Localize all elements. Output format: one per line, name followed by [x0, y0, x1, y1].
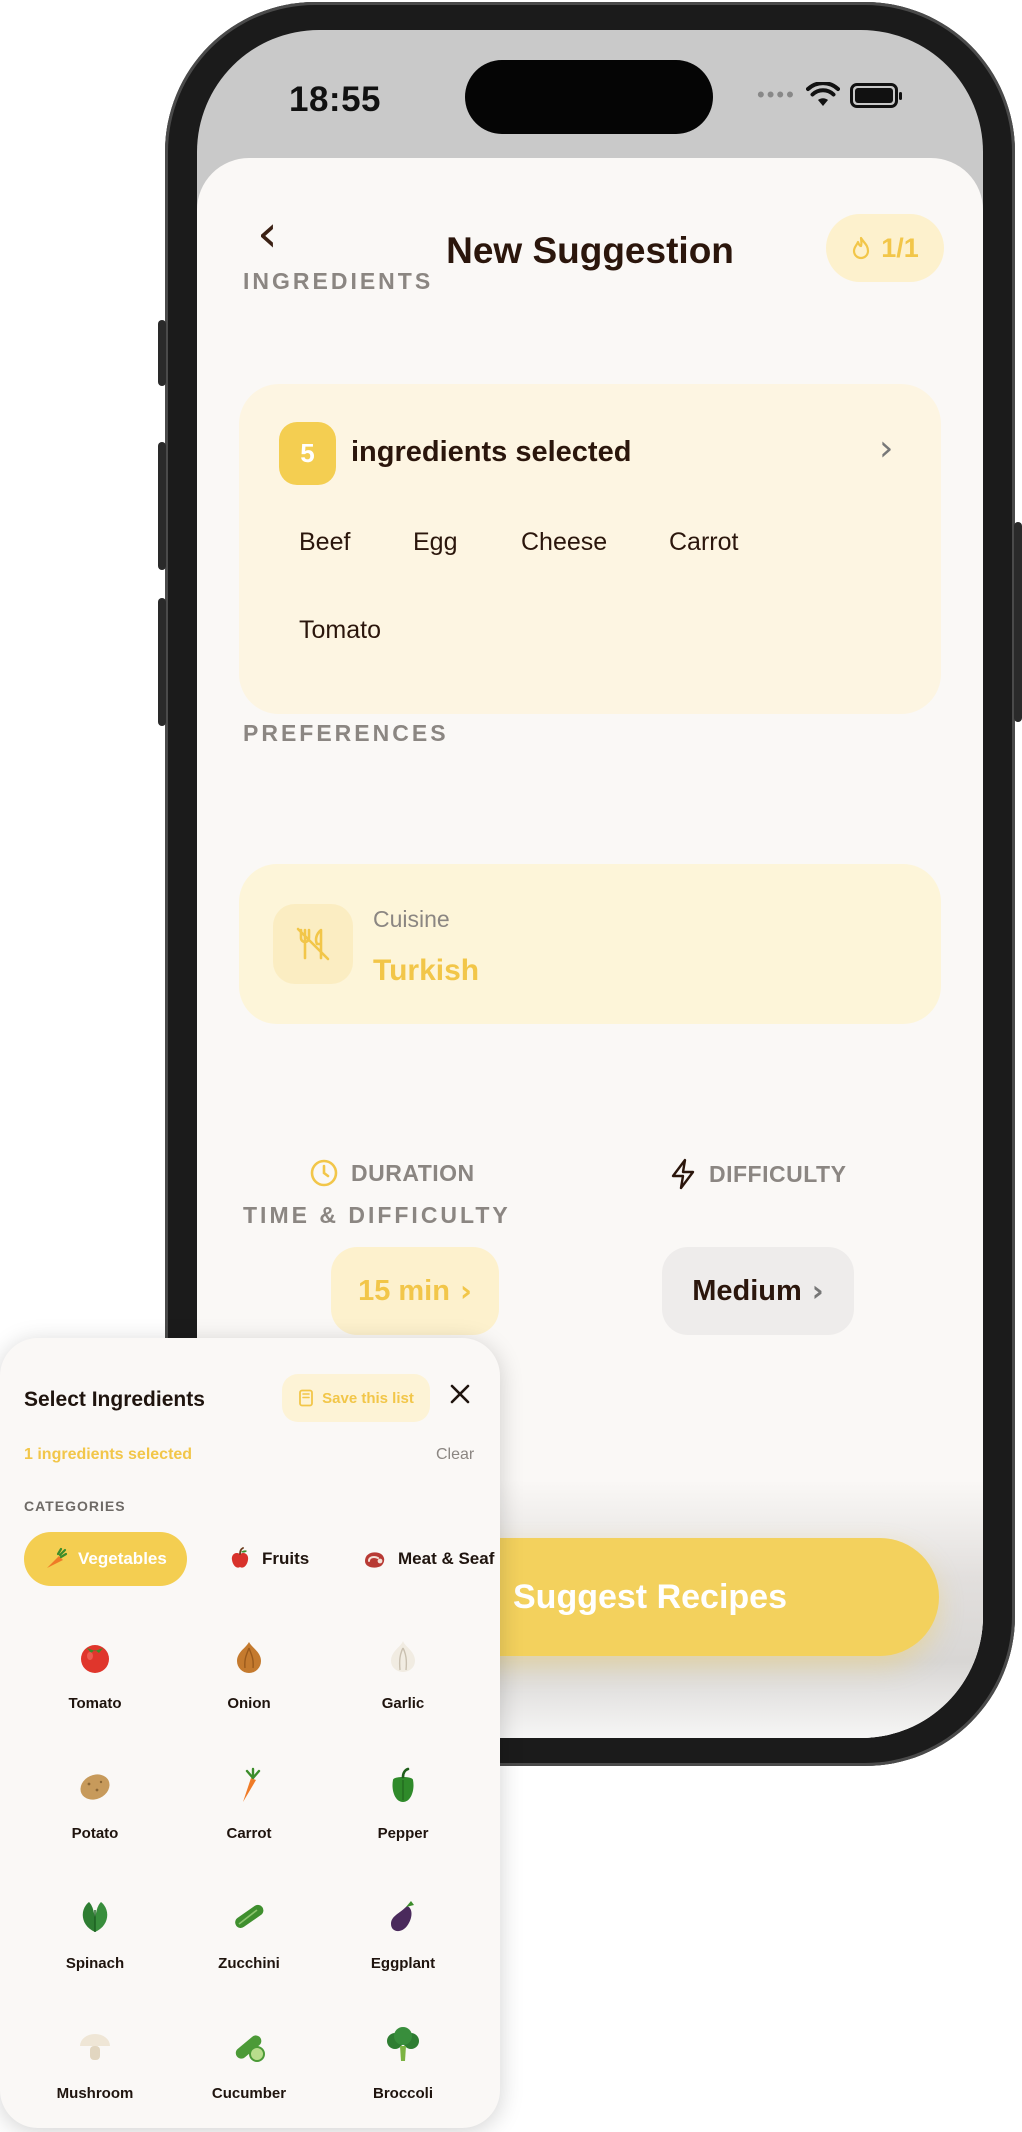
ingredient-option-onion[interactable]: Onion [174, 1636, 324, 1712]
ingredient-option-zucchini[interactable]: Zucchini [174, 1896, 324, 1972]
ingredient-count-badge: 5 [279, 422, 336, 485]
ingredients-section-label: INGREDIENTS [243, 268, 434, 294]
category-label: Fruits [262, 1549, 310, 1568]
cuisine-value: Turkish [373, 954, 480, 987]
ingredient-chip: Egg [413, 528, 458, 556]
eggplant-icon [391, 1901, 414, 1932]
carrot-icon [47, 1547, 68, 1568]
save-list-label: Save this list [322, 1389, 414, 1407]
picker-title: Select Ingredients [24, 1388, 205, 1411]
category-tab-meat-seafood[interactable]: Meat & Seaf [346, 1532, 500, 1586]
ingredient-option-label: Onion [227, 1695, 271, 1712]
meat-icon [365, 1552, 385, 1568]
power-button [1014, 522, 1022, 722]
ingredient-option-carrot[interactable]: Carrot [174, 1766, 324, 1842]
category-tab-vegetables[interactable]: Vegetables [24, 1532, 187, 1586]
ingredient-option-label: Zucchini [218, 1955, 280, 1972]
ingredient-option-label: Pepper [377, 1825, 429, 1842]
category-tab-fruits[interactable]: Fruits [212, 1532, 325, 1586]
spinach-icon [82, 1902, 108, 1932]
flame-icon [853, 236, 870, 260]
difficulty-picker[interactable]: Medium › [662, 1247, 854, 1335]
ingredient-option-potato[interactable]: Potato [20, 1766, 170, 1842]
wifi-icon [805, 82, 840, 106]
garlic-icon [391, 1641, 415, 1672]
pepper-icon [392, 1767, 414, 1802]
ingredient-option-cucumber[interactable]: Cucumber [174, 2026, 324, 2102]
ingredient-option-label: Garlic [381, 1695, 425, 1712]
ingredient-option-mushroom[interactable]: Mushroom [20, 2026, 170, 2102]
clock-icon [310, 1159, 338, 1187]
time-difficulty-section-label: TIME & DIFFICULTY [243, 1202, 511, 1228]
chevron-right-icon: › [459, 1274, 472, 1308]
battery-icon [849, 82, 902, 108]
broccoli-icon [387, 2027, 419, 2061]
ingredient-chip: Carrot [669, 528, 739, 556]
lightning-icon [671, 1158, 695, 1190]
volume-up-button [158, 442, 166, 570]
ingredient-chip: Beef [299, 528, 351, 556]
ingredient-option-tomato[interactable]: Tomato [20, 1636, 170, 1712]
category-label: Vegetables [78, 1549, 167, 1568]
picker-selected-count: 1 ingredients selected [24, 1446, 193, 1463]
ingredients-selected-label: ingredients selected [351, 436, 632, 468]
ingredient-option-label: Potato [71, 1825, 119, 1842]
fork-knife-off-icon [296, 927, 330, 961]
chevron-right-icon: › [879, 428, 894, 469]
action-button [158, 320, 166, 386]
categories-label: CATEGORIES [24, 1498, 126, 1514]
tomato-icon [81, 1645, 109, 1673]
difficulty-header: DIFFICULTY [669, 1158, 846, 1190]
status-icons: •••• [757, 82, 902, 108]
zucchini-icon [235, 1904, 264, 1928]
carrot-icon [243, 1767, 261, 1802]
close-icon [450, 1384, 470, 1404]
volume-down-button [158, 598, 166, 726]
duration-label: DURATION [351, 1159, 475, 1186]
duration-picker[interactable]: 15 min › [331, 1247, 499, 1335]
ingredient-picker-panel: Select Ingredients Save this list 1 ingr… [0, 1338, 500, 2128]
difficulty-label: DIFFICULTY [709, 1160, 847, 1187]
ingredient-option-label: Broccoli [372, 2085, 433, 2102]
ingredients-card[interactable]: 5 ingredients selected › Beef Egg Cheese… [239, 384, 941, 714]
ingredient-option-label: Mushroom [56, 2085, 134, 2102]
ingredient-option-label: Eggplant [370, 1955, 436, 1972]
cuisine-card[interactable]: Cuisine Turkish [239, 864, 941, 1024]
save-list-button[interactable]: Save this list [282, 1374, 430, 1422]
mushroom-icon [80, 2034, 110, 2060]
clear-button[interactable]: Clear [436, 1446, 474, 1464]
ingredient-chip: Cheese [521, 528, 608, 556]
difficulty-value: Medium [692, 1274, 802, 1307]
credits-badge[interactable]: 1/1 [826, 214, 944, 282]
potato-icon [80, 1774, 110, 1800]
dynamic-island [465, 60, 713, 134]
ingredient-chip: Tomato [299, 616, 381, 644]
apple-icon [231, 1547, 249, 1568]
signal-icon: •••• [757, 82, 796, 107]
preferences-section-label: PREFERENCES [243, 720, 449, 746]
onion-icon [237, 1642, 261, 1673]
ingredient-option-label: Spinach [65, 1955, 125, 1972]
ingredient-option-spinach[interactable]: Spinach [20, 1896, 170, 1972]
category-label: Meat & Seaf [398, 1549, 495, 1568]
cucumber-icon [235, 2035, 265, 2062]
ingredient-option-label: Carrot [226, 1825, 272, 1842]
status-time: 18:55 [289, 80, 382, 119]
bookmark-icon [299, 1389, 314, 1407]
duration-value: 15 min [358, 1274, 450, 1307]
cuisine-icon-box [273, 904, 353, 984]
ingredient-option-pepper[interactable]: Pepper [328, 1766, 478, 1842]
ingredient-option-eggplant[interactable]: Eggplant [328, 1896, 478, 1972]
ingredient-option-broccoli[interactable]: Broccoli [328, 2026, 478, 2102]
chevron-right-icon: › [811, 1274, 824, 1308]
cuisine-label: Cuisine [373, 906, 450, 932]
duration-header: DURATION [309, 1158, 475, 1188]
credits-count: 1/1 [881, 232, 919, 263]
ingredient-option-garlic[interactable]: Garlic [328, 1636, 478, 1712]
ingredient-option-label: Cucumber [211, 2085, 287, 2102]
close-button[interactable] [442, 1376, 478, 1412]
ingredient-option-label: Tomato [68, 1695, 122, 1712]
